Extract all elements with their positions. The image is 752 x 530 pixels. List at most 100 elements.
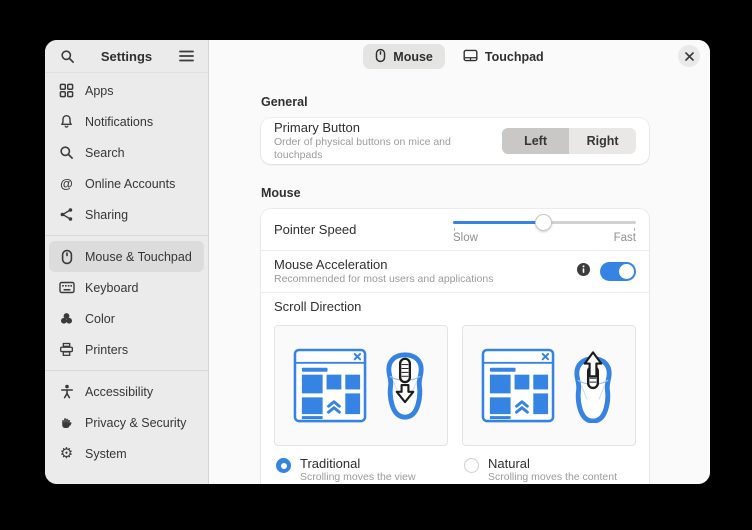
row-title: Mouse Acceleration <box>274 257 493 273</box>
option-label: Traditional <box>300 456 416 471</box>
sidebar-item-apps[interactable]: Apps <box>49 75 204 106</box>
sidebar-item-accessibility[interactable]: Accessibility <box>49 376 204 407</box>
pointer-speed-handle[interactable] <box>535 214 552 231</box>
section-title-mouse: Mouse <box>261 186 649 200</box>
mouse-acceleration-row: Mouse Acceleration Recommended for most … <box>261 251 649 292</box>
pointer-speed-fill <box>453 221 543 224</box>
option-natural[interactable]: Natural Scrolling moves the content <box>462 456 636 484</box>
option-label: Natural <box>488 456 617 471</box>
sidebar-item-label: Privacy & Security <box>85 416 186 430</box>
pointer-speed-slider[interactable]: Slow Fast <box>453 215 636 245</box>
sidebar-item-label: Sharing <box>85 208 128 222</box>
apps-icon <box>58 82 75 99</box>
option-traditional[interactable]: Traditional Scrolling moves the view <box>274 456 448 484</box>
sidebar-item-keyboard[interactable]: Keyboard <box>49 272 204 303</box>
scroll-direction-options: Traditional Scrolling moves the view Nat… <box>274 456 636 484</box>
slider-max-label: Fast <box>614 232 636 244</box>
system-gear-icon: ⚙ <box>58 445 75 462</box>
online-accounts-icon: @ <box>58 175 75 192</box>
mouse-acceleration-text: Mouse Acceleration Recommended for most … <box>274 257 493 286</box>
window-title: Settings <box>77 49 176 64</box>
sidebar-item-label: Color <box>85 312 115 326</box>
toggle-knob <box>619 264 634 279</box>
tab-label: Touchpad <box>485 50 544 64</box>
scroll-natural-illustration[interactable] <box>462 325 636 446</box>
content: General Primary Button Order of physical… <box>209 95 649 484</box>
sidebar-item-printers[interactable]: Printers <box>49 334 204 365</box>
section-title-general: General <box>261 95 649 109</box>
row-subtitle: Recommended for most users and applicati… <box>274 273 493 286</box>
sidebar-list: Apps Notifications Search @ Online Accou… <box>45 73 208 469</box>
sidebar-item-search[interactable]: Search <box>49 137 204 168</box>
tab-label: Mouse <box>393 50 433 64</box>
main-pane: Mouse Touchpad General Primary Button Or… <box>209 40 710 484</box>
option-subtitle: Scrolling moves the content <box>488 471 617 484</box>
device-tab-group: Mouse Touchpad <box>363 44 555 69</box>
row-subtitle: Order of physical buttons on mice and to… <box>274 136 502 162</box>
left-button[interactable]: Left <box>502 128 569 154</box>
tab-touchpad[interactable]: Touchpad <box>451 44 556 69</box>
sidebar: Settings Apps Notifications Search @ Onl… <box>45 40 209 484</box>
slider-labels: Slow Fast <box>453 232 636 244</box>
mouse-scroll-down-illustration <box>381 349 429 423</box>
general-card: Primary Button Order of physical buttons… <box>261 118 649 164</box>
pointer-speed-text: Pointer Speed <box>274 222 356 238</box>
slider-tick-max <box>634 228 635 231</box>
pointer-speed-row: Pointer Speed Slow Fast <box>261 209 649 250</box>
search-icon[interactable] <box>57 46 77 66</box>
sidebar-item-online-accounts[interactable]: @ Online Accounts <box>49 168 204 199</box>
primary-button-segmented: Left Right <box>502 128 636 154</box>
color-icon <box>58 310 75 327</box>
sidebar-item-label: Search <box>85 146 125 160</box>
slider-min-label: Slow <box>453 232 478 244</box>
right-button[interactable]: Right <box>569 128 636 154</box>
sidebar-header: Settings <box>45 40 208 73</box>
search-icon <box>58 144 75 161</box>
sharing-icon <box>58 206 75 223</box>
mouse-card: Pointer Speed Slow Fast <box>261 209 649 484</box>
notifications-icon <box>58 113 75 130</box>
sidebar-item-notifications[interactable]: Notifications <box>49 106 204 137</box>
sidebar-item-label: System <box>85 447 127 461</box>
window-illustration <box>293 348 368 424</box>
menu-icon[interactable] <box>176 46 196 66</box>
window-illustration <box>481 348 556 424</box>
mouse-icon <box>375 48 386 66</box>
info-icon[interactable] <box>577 263 590 281</box>
mouse-scroll-up-illustration <box>569 349 617 423</box>
accessibility-icon <box>58 383 75 400</box>
scroll-direction-title: Scroll Direction <box>274 300 636 314</box>
sidebar-item-label: Notifications <box>85 115 153 129</box>
sidebar-item-label: Mouse & Touchpad <box>85 250 192 264</box>
row-title: Pointer Speed <box>274 222 356 238</box>
primary-button-text: Primary Button Order of physical buttons… <box>274 120 502 162</box>
option-text: Natural Scrolling moves the content <box>488 456 617 484</box>
privacy-hand-icon <box>58 414 75 431</box>
tab-mouse[interactable]: Mouse <box>363 44 445 69</box>
slider-tick-min <box>454 228 455 231</box>
sidebar-item-label: Apps <box>85 84 114 98</box>
sidebar-item-privacy-security[interactable]: Privacy & Security <box>49 407 204 438</box>
sidebar-item-label: Online Accounts <box>85 177 175 191</box>
sidebar-item-system[interactable]: ⚙ System <box>49 438 204 469</box>
scroll-traditional-illustration[interactable] <box>274 325 448 446</box>
mouse-icon <box>58 248 75 265</box>
primary-button-row: Primary Button Order of physical buttons… <box>261 118 649 164</box>
sidebar-item-color[interactable]: Color <box>49 303 204 334</box>
sidebar-item-sharing[interactable]: Sharing <box>49 199 204 230</box>
sidebar-item-mouse-touchpad[interactable]: Mouse & Touchpad <box>49 241 204 272</box>
printers-icon <box>58 341 75 358</box>
settings-window: Settings Apps Notifications Search @ Onl… <box>45 40 710 484</box>
main-header: Mouse Touchpad <box>209 40 710 73</box>
option-text: Traditional Scrolling moves the view <box>300 456 416 484</box>
row-title: Primary Button <box>274 120 502 136</box>
sidebar-separator <box>45 235 208 236</box>
sidebar-item-label: Accessibility <box>85 385 153 399</box>
close-button[interactable] <box>678 45 700 67</box>
scroll-direction-section: Scroll Direction <box>261 293 649 484</box>
sidebar-item-label: Printers <box>85 343 128 357</box>
mouse-acceleration-toggle[interactable] <box>600 262 636 281</box>
radio-natural[interactable] <box>464 458 479 473</box>
radio-traditional[interactable] <box>276 458 291 473</box>
scroll-illustrations <box>274 325 636 446</box>
